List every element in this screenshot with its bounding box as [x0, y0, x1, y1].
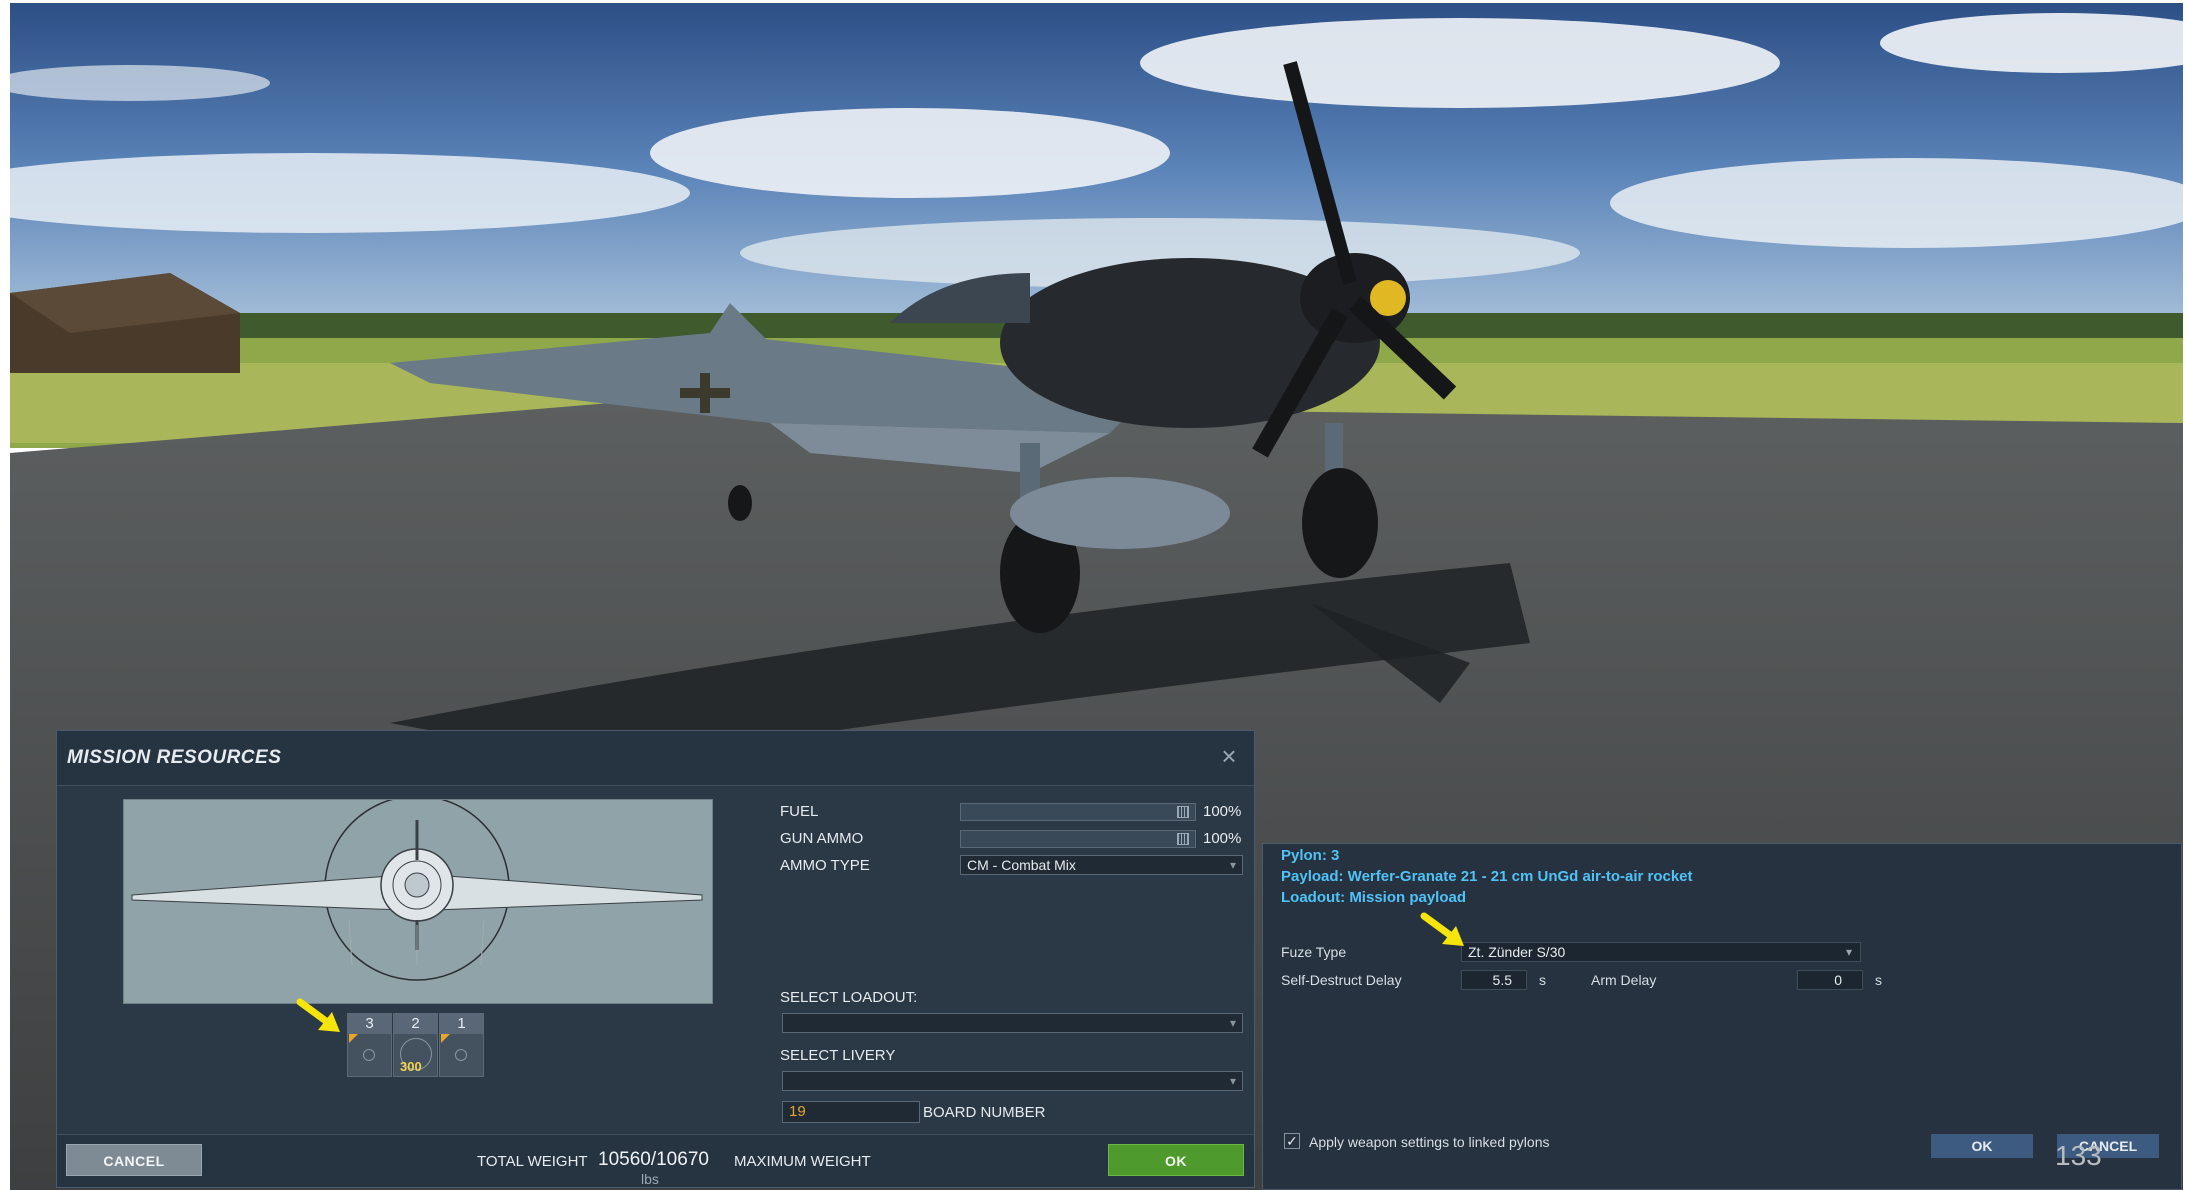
- board-number-input[interactable]: 19: [782, 1101, 920, 1123]
- ammo-type-label: AMMO TYPE: [780, 857, 870, 874]
- pylon-1-slot[interactable]: 1: [439, 1013, 484, 1077]
- annotation-arrow-icon: [1420, 912, 1464, 946]
- arm-delay-value: 0: [1834, 972, 1842, 988]
- empty-station-icon: [363, 1049, 375, 1061]
- apply-linked-checkbox[interactable]: ✓: [1284, 1133, 1300, 1149]
- panel-footer: CANCEL TOTAL WEIGHT 10560/10670 lbs MAXI…: [57, 1134, 1254, 1187]
- self-destruct-delay-value: 5.5: [1492, 972, 1512, 988]
- slider-handle-icon[interactable]: [1177, 833, 1189, 845]
- fuel-fill: [961, 804, 1195, 820]
- gun-ammo-slider[interactable]: [960, 830, 1196, 848]
- fuel-percent: 100%: [1203, 803, 1242, 820]
- arm-delay-input[interactable]: 0: [1797, 970, 1863, 990]
- slider-handle-icon[interactable]: [1177, 806, 1189, 818]
- chevron-down-icon: ▾: [1229, 1016, 1236, 1030]
- selected-marker-icon: [441, 1034, 450, 1043]
- pylon-selector: 3 2 300 1: [347, 1013, 487, 1079]
- total-weight-value: 10560/10670: [598, 1149, 709, 1170]
- ok-button[interactable]: OK: [1108, 1144, 1244, 1176]
- checkmark-icon: ✓: [1286, 1133, 1298, 1149]
- ammo-type-value: CM - Combat Mix: [967, 857, 1076, 873]
- pylon-quantity: 300: [400, 1059, 422, 1074]
- seconds-unit: s: [1539, 972, 1546, 988]
- chevron-down-icon: ▾: [1229, 1074, 1236, 1088]
- gun-ammo-fill: [961, 831, 1195, 847]
- total-weight-label: TOTAL WEIGHT: [477, 1153, 588, 1170]
- livery-dropdown[interactable]: ▾: [782, 1071, 1243, 1091]
- fuel-label: FUEL: [780, 803, 819, 820]
- fuze-type-value: Zt. Zünder S/30: [1468, 944, 1566, 960]
- annotation-arrow-icon: [296, 998, 340, 1032]
- panel-title: MISSION RESOURCES: [67, 747, 282, 768]
- loadout-dropdown[interactable]: ▾: [782, 1013, 1243, 1033]
- pylon-2-slot[interactable]: 2 300: [393, 1013, 438, 1077]
- fuel-slider[interactable]: [960, 803, 1196, 821]
- maximum-weight-label: MAXIMUM WEIGHT: [734, 1153, 871, 1170]
- weapon-settings-panel: Pylon: 3 Payload: Werfer-Granate 21 - 21…: [1262, 843, 2182, 1190]
- self-destruct-delay-input[interactable]: 5.5: [1461, 970, 1527, 990]
- payload-info: Payload: Werfer-Granate 21 - 21 cm UnGd …: [1281, 868, 1693, 885]
- pylon-number: 1: [440, 1014, 483, 1034]
- seconds-unit: s: [1875, 972, 1882, 988]
- arm-delay-label: Arm Delay: [1591, 972, 1657, 988]
- close-icon[interactable]: ×: [1214, 741, 1244, 771]
- selected-marker-icon: [349, 1034, 358, 1043]
- empty-station-icon: [455, 1049, 467, 1061]
- mission-resources-panel: MISSION RESOURCES × 3 2 300 1 FUEL 100% …: [56, 730, 1255, 1188]
- ammo-type-dropdown[interactable]: CM - Combat Mix ▾: [960, 855, 1243, 875]
- fuze-type-label: Fuze Type: [1281, 944, 1347, 960]
- chevron-down-icon: ▾: [1229, 858, 1236, 872]
- weapon-ok-button[interactable]: OK: [1931, 1134, 2033, 1158]
- pylon-number: 3: [348, 1014, 391, 1034]
- gun-ammo-percent: 100%: [1203, 830, 1242, 847]
- pylon-number: 2: [394, 1014, 437, 1034]
- aircraft-loadout-diagram: [123, 795, 713, 1004]
- pylon-info: Pylon: 3: [1281, 847, 1340, 864]
- apply-linked-label: Apply weapon settings to linked pylons: [1309, 1134, 1550, 1150]
- board-number-label: BOARD NUMBER: [923, 1104, 1046, 1121]
- cancel-button[interactable]: CANCEL: [66, 1144, 202, 1176]
- select-loadout-label: SELECT LOADOUT:: [780, 989, 918, 1006]
- gun-ammo-label: GUN AMMO: [780, 830, 864, 847]
- select-livery-label: SELECT LIVERY: [780, 1047, 896, 1064]
- page-number: 133: [2055, 1140, 2102, 1171]
- weight-unit: lbs: [641, 1171, 659, 1187]
- fuze-type-dropdown[interactable]: Zt. Zünder S/30 ▾: [1461, 942, 1861, 962]
- self-destruct-delay-label: Self-Destruct Delay: [1281, 972, 1402, 988]
- panel-titlebar: MISSION RESOURCES ×: [57, 731, 1254, 786]
- pylon-3-slot[interactable]: 3: [347, 1013, 392, 1077]
- loadout-info: Loadout: Mission payload: [1281, 889, 1467, 906]
- chevron-down-icon: ▾: [1845, 945, 1852, 959]
